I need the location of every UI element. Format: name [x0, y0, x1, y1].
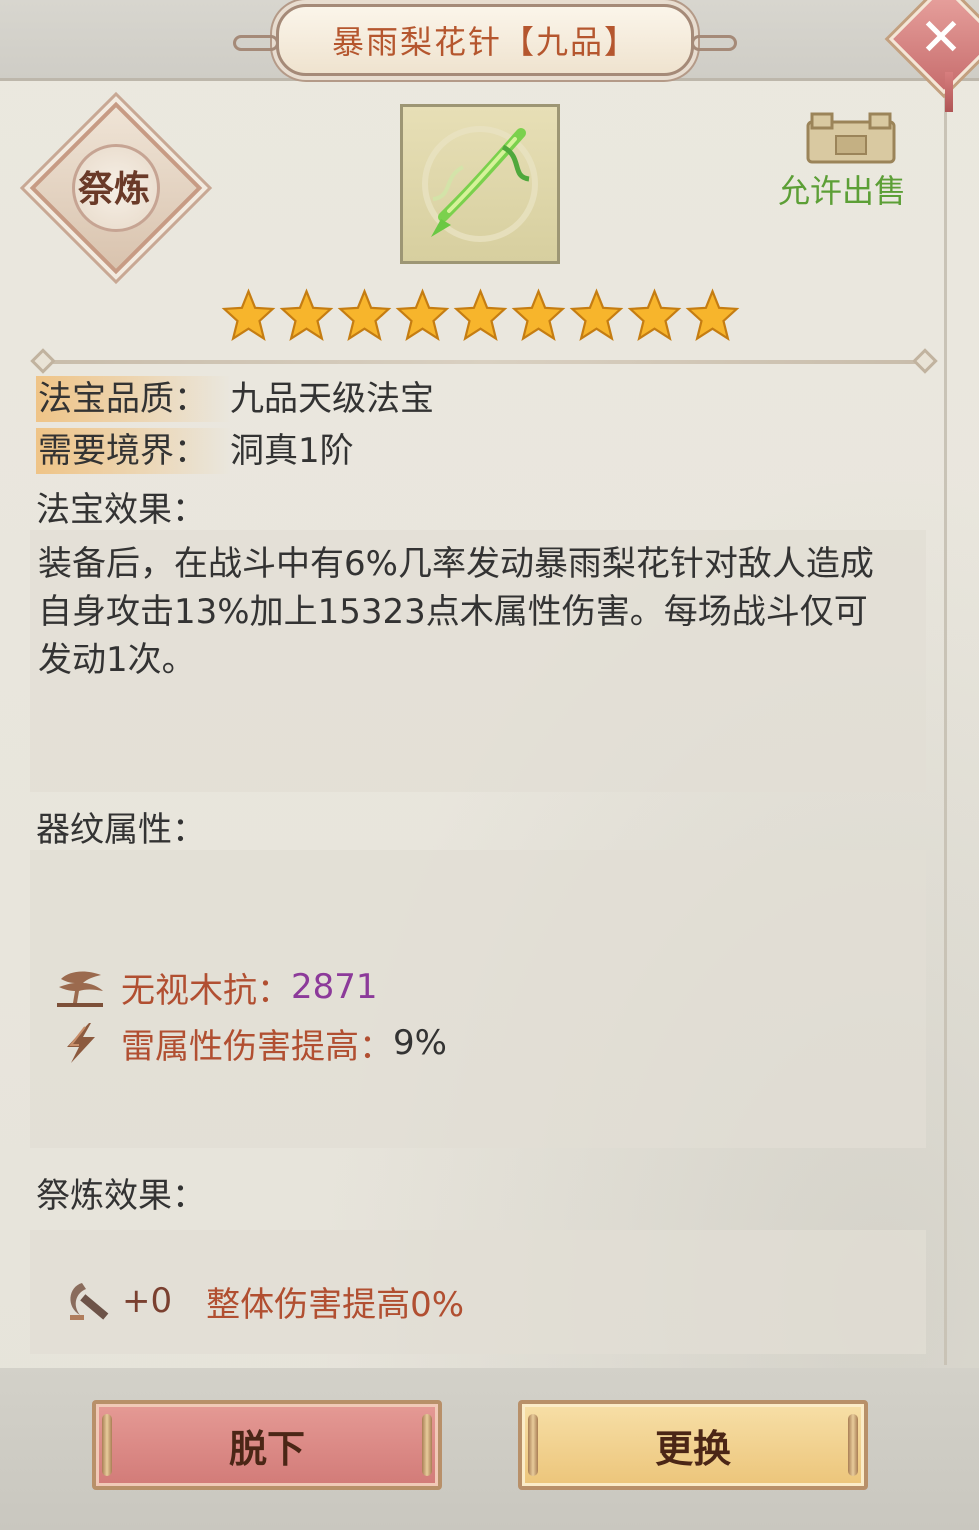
attr-name: 雷属性伤害提高：: [121, 1026, 393, 1067]
refine-effect-label: 祭炼效果：: [36, 1176, 206, 1216]
star-icon: [279, 288, 334, 342]
quality-label: 法宝品质：: [36, 376, 230, 422]
item-icon-frame: [400, 104, 560, 264]
button-rod-left: [528, 1414, 538, 1476]
refine-button-label[interactable]: 祭炼: [60, 160, 168, 212]
star-icon: [685, 288, 740, 342]
refine-effect-text: 整体伤害提高0%: [206, 1284, 465, 1325]
attr-row: 雷属性伤害提高： 9%: [55, 1020, 447, 1067]
star-rating: [221, 288, 740, 344]
quality-row: 法宝品质： 九品天级法宝: [36, 376, 434, 422]
button-rod-right: [848, 1414, 858, 1476]
button-rod-left: [102, 1414, 112, 1476]
attr-row: 无视木抗： 2871: [55, 964, 378, 1011]
star-icon: [569, 288, 624, 342]
lightning-icon: [67, 1023, 95, 1063]
pattern-attrs-label: 器纹属性：: [36, 810, 206, 850]
title-banner: 暴雨梨花针【九品】: [233, 4, 737, 76]
title-ornament-right: [691, 35, 737, 51]
allow-sell-label: 允许出售: [778, 172, 907, 210]
quality-value: 九品天级法宝: [230, 379, 434, 419]
effect-label: 法宝效果：: [36, 490, 206, 530]
refine-level: +0: [122, 1281, 173, 1321]
star-icon: [511, 288, 566, 342]
star-icon: [221, 288, 276, 342]
refine-effect-row: +0 整体伤害提高0%: [62, 1276, 464, 1326]
title-ornament-left: [233, 35, 279, 51]
star-icon: [453, 288, 508, 342]
refine-hammer-icon: [70, 1283, 109, 1320]
replace-button[interactable]: 更换: [518, 1400, 868, 1490]
needle-weapon-icon: [422, 126, 538, 242]
realm-row: 需要境界： 洞真1阶: [36, 428, 354, 474]
realm-value: 洞真1阶: [230, 431, 354, 471]
unequip-button-label[interactable]: 脱下: [229, 1418, 305, 1473]
star-icon: [627, 288, 682, 342]
tree-icon: [57, 971, 103, 1007]
attr-name: 无视木抗：: [121, 970, 291, 1011]
item-title: 暴雨梨花针【九品】: [331, 23, 638, 61]
realm-label: 需要境界：: [36, 428, 230, 474]
close-icon[interactable]: ✕: [909, 6, 973, 70]
button-rod-right: [422, 1414, 432, 1476]
close-tassel: [945, 72, 953, 112]
unequip-button[interactable]: 脱下: [92, 1400, 442, 1490]
star-icon: [395, 288, 450, 342]
section-divider: [38, 360, 934, 364]
replace-button-label[interactable]: 更换: [655, 1418, 731, 1473]
attr-value: 2871: [291, 967, 378, 1007]
star-icon: [337, 288, 392, 342]
chest-icon: [806, 112, 896, 164]
effect-text: 装备后，在战斗中有6%几率发动暴雨梨花针对敌人造成自身攻击13%加上15323点…: [38, 544, 874, 680]
attr-value: 9%: [393, 1023, 447, 1063]
